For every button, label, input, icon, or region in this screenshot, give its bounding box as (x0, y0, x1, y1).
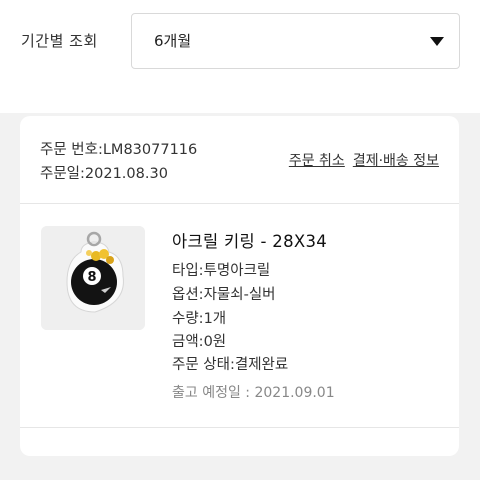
spec-quantity: 수량:1개 (172, 311, 227, 327)
order-number: 주문 번호:LM83077116 (40, 142, 198, 158)
spec-option: 옵션:자물쇠-실버 (172, 287, 276, 303)
divider (20, 203, 459, 204)
spec-type: 타입:투명아크릴 (172, 263, 271, 279)
spec-order-status: 주문 상태:결제완료 (172, 357, 289, 373)
order-actions: 주문 취소 결제·배송 정보 (289, 150, 439, 170)
product-name[interactable]: 아크릴 키링 - 28X34 (172, 228, 327, 252)
order-date: 주문일:2021.08.30 (40, 166, 168, 182)
cancel-order-link[interactable]: 주문 취소 (289, 153, 345, 169)
divider (20, 427, 459, 428)
spec-price: 금액:0원 (172, 334, 227, 350)
caret-down-icon (430, 37, 444, 46)
order-card: 주문 번호:LM83077116 주문일:2021.08.30 주문 취소 결제·… (20, 116, 459, 456)
eight-ball-keyring-image: 8 (41, 226, 145, 330)
payment-shipping-info-link[interactable]: 결제·배송 정보 (353, 153, 439, 169)
period-select-value: 6개월 (154, 32, 192, 50)
period-filter-label: 기간별 조회 (21, 32, 98, 50)
period-select[interactable]: 6개월 (131, 13, 460, 69)
period-filter-bar: 기간별 조회 6개월 (0, 0, 480, 113)
product-thumbnail[interactable]: 8 (41, 226, 145, 330)
expected-ship-date: 출고 예정일 : 2021.09.01 (172, 385, 335, 401)
ball-number: 8 (87, 270, 96, 285)
